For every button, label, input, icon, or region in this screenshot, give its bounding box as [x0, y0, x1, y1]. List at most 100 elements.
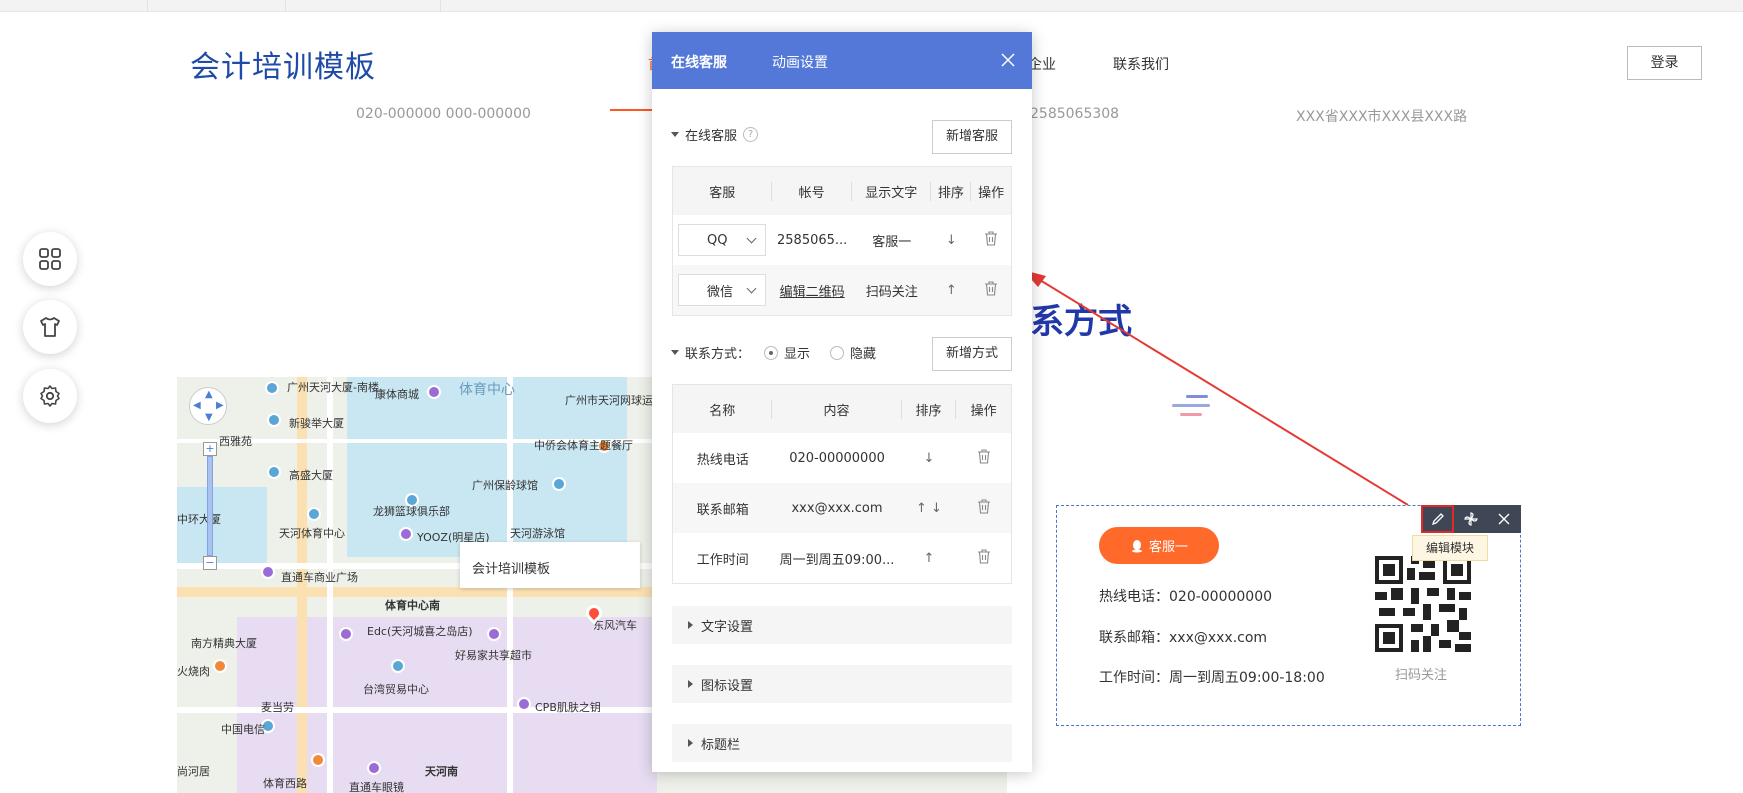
- map-pan-control[interactable]: ▲ ▼ ◀ ▶: [189, 387, 227, 425]
- sort-down-icon[interactable]: ↓: [902, 451, 957, 466]
- service-type-select[interactable]: QQ: [678, 224, 766, 256]
- kefu-chat-button[interactable]: 客服一: [1099, 527, 1219, 564]
- edit-qrcode-link[interactable]: 编辑二维码: [772, 281, 852, 300]
- service-type-value: 微信: [707, 284, 734, 300]
- delete-button[interactable]: [956, 548, 1011, 568]
- delete-button[interactable]: [956, 498, 1011, 518]
- map-poi-pin[interactable]: [265, 381, 279, 395]
- qq-icon: [1131, 539, 1142, 552]
- sort-down-icon[interactable]: ↓: [931, 233, 971, 248]
- column-header: 显示文字: [852, 181, 932, 201]
- map-poi-pin[interactable]: [261, 565, 275, 579]
- contact-content[interactable]: xxx@xxx.com: [772, 501, 901, 516]
- nav-item-business[interactable]: 企业: [1028, 54, 1056, 74]
- sort-up-icon[interactable]: ↑: [902, 551, 957, 566]
- top-strip: [0, 0, 1743, 12]
- map-poi-pin[interactable]: [391, 659, 405, 673]
- service-type-select[interactable]: 微信: [678, 274, 766, 306]
- radio-checked-icon: [764, 346, 779, 360]
- tab-animation-settings[interactable]: 动画设置: [772, 52, 828, 72]
- map-poi-pin[interactable]: [311, 753, 325, 767]
- map-label: 好易家共享超市: [455, 649, 532, 662]
- partial-text: 2585065308: [1030, 106, 1120, 122]
- zoom-slider[interactable]: [207, 456, 213, 556]
- map-poi-pin[interactable]: [267, 413, 281, 427]
- module-phone: 热线电话：020-00000000: [1099, 589, 1273, 605]
- section-online-service[interactable]: 在线客服 ?: [671, 125, 759, 144]
- chevron-down-icon: [746, 283, 757, 293]
- map-poi-pin[interactable]: [339, 627, 353, 641]
- map-label: 中侨会体育主题餐厅: [534, 439, 633, 452]
- tab-online-service[interactable]: 在线客服: [671, 52, 727, 72]
- map-poi-pin[interactable]: [487, 627, 501, 641]
- section-contact[interactable]: 联系方式： 显示 隐藏: [671, 343, 876, 362]
- map-poi-pin[interactable]: [517, 697, 531, 711]
- trash-icon: [977, 548, 990, 564]
- edit-module-tooltip: 编辑模块: [1412, 535, 1488, 561]
- top-strip-divider: [285, 0, 286, 12]
- table-row: 工作时间 周一到周五09:00... ↑: [673, 533, 1011, 583]
- map-label: 广州保龄球馆: [472, 479, 538, 492]
- map-label: 广州天河大厦-南楼: [287, 381, 379, 394]
- edit-qrcode-label[interactable]: 编辑二维码: [780, 285, 845, 300]
- hide-radio-label: 隐藏: [850, 347, 877, 362]
- column-header: 排序: [902, 399, 957, 419]
- delete-button[interactable]: [956, 448, 1011, 468]
- section-icon-settings-label: 图标设置: [701, 678, 754, 694]
- remove-module-button[interactable]: [1487, 505, 1520, 533]
- section-title-bar-label: 标题栏: [701, 737, 741, 753]
- chevron-down-icon: [746, 233, 757, 243]
- column-header: 帐号: [772, 181, 852, 201]
- add-service-button[interactable]: 新增客服: [932, 120, 1012, 154]
- map-poi-pin[interactable]: [213, 659, 227, 673]
- zoom-out-button[interactable]: −: [203, 556, 217, 570]
- delete-button[interactable]: [971, 280, 1011, 300]
- settings-button[interactable]: [23, 369, 77, 423]
- add-contact-button[interactable]: 新增方式: [932, 337, 1012, 371]
- map-poi-pin[interactable]: [427, 385, 441, 399]
- section-icon-settings[interactable]: 图标设置: [672, 665, 1012, 703]
- service-display-text[interactable]: 扫码关注: [852, 281, 932, 300]
- theme-button[interactable]: [23, 300, 77, 354]
- map-label: CPB肌肤之钥: [535, 701, 601, 714]
- module-hours: 工作时间：周一到周五09:00-18:00: [1099, 670, 1325, 686]
- edit-module-button[interactable]: [1421, 505, 1454, 533]
- login-button[interactable]: 登录: [1627, 46, 1702, 80]
- section-text-settings[interactable]: 文字设置: [672, 606, 1012, 644]
- contact-content[interactable]: 周一到周五09:00...: [772, 549, 901, 568]
- pan-left-icon[interactable]: ◀: [193, 400, 201, 411]
- pan-down-icon[interactable]: ▼: [205, 412, 213, 423]
- top-strip-divider: [440, 0, 441, 12]
- help-icon[interactable]: ?: [743, 127, 759, 142]
- delete-button[interactable]: [971, 230, 1011, 250]
- map-label: 火烧肉: [177, 665, 210, 678]
- service-display-text[interactable]: 客服一: [852, 231, 932, 250]
- sort-up-icon[interactable]: ↑: [931, 283, 971, 298]
- caret-down-icon: [671, 132, 679, 137]
- hide-radio[interactable]: 隐藏: [830, 343, 876, 362]
- table-row: QQ 2585065... 客服一 ↓: [673, 215, 1011, 265]
- pencil-icon: [1431, 513, 1444, 526]
- map-poi-pin[interactable]: [367, 761, 381, 775]
- contact-content[interactable]: 020-00000000: [772, 451, 901, 466]
- show-radio[interactable]: 显示: [764, 343, 810, 362]
- components-button[interactable]: [23, 232, 77, 286]
- map-callout[interactable]: 会计培训模板: [460, 542, 640, 588]
- map-zoom-control: + −: [203, 442, 217, 572]
- pan-up-icon[interactable]: ▲: [205, 389, 213, 400]
- zoom-in-button[interactable]: +: [203, 442, 217, 456]
- nav-item-contact[interactable]: 联系我们: [1113, 54, 1169, 74]
- trash-icon: [985, 280, 998, 296]
- top-strip-divider: [147, 0, 148, 12]
- service-account[interactable]: 2585065...: [772, 233, 852, 248]
- map-poi-pin[interactable]: [267, 465, 281, 479]
- map-poi-pin[interactable]: [399, 527, 413, 541]
- site-title[interactable]: 会计培训模板: [190, 42, 376, 86]
- close-icon[interactable]: [998, 50, 1018, 70]
- animation-button[interactable]: [1454, 505, 1487, 533]
- map-poi-pin[interactable]: [552, 477, 566, 491]
- sort-up-down-icon[interactable]: ↑ ↓: [902, 501, 957, 516]
- section-title-bar[interactable]: 标题栏: [672, 724, 1012, 762]
- pan-right-icon[interactable]: ▶: [216, 400, 224, 411]
- map-poi-pin[interactable]: [307, 507, 321, 521]
